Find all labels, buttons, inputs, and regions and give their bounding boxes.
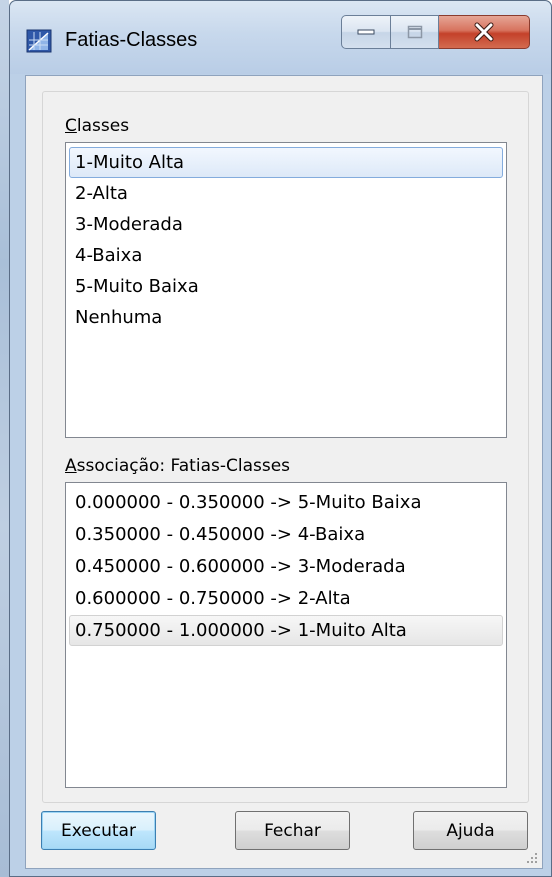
classes-label: Classes: [65, 116, 129, 136]
title-bar[interactable]: Fatias-Classes: [10, 1, 551, 74]
window-controls: [341, 15, 530, 51]
execute-button[interactable]: Executar: [41, 811, 156, 850]
classes-listbox[interactable]: 1-Muito Alta 2-Alta 3-Moderada 4-Baixa 5…: [65, 142, 507, 438]
association-list-item[interactable]: 0.350000 - 0.450000 -> 4-Baixa: [69, 519, 503, 550]
help-button[interactable]: Ajuda: [413, 811, 528, 850]
classes-list-item[interactable]: Nenhuma: [69, 302, 503, 333]
dialog-client-area: Classes 1-Muito Alta 2-Alta 3-Moderada 4…: [25, 75, 543, 869]
maximize-button[interactable]: [391, 15, 439, 49]
classes-list-item[interactable]: 1-Muito Alta: [69, 147, 503, 178]
association-list-item[interactable]: 0.450000 - 0.600000 -> 3-Moderada: [69, 551, 503, 582]
minimize-button[interactable]: [341, 15, 391, 49]
resize-grip-icon[interactable]: [524, 850, 538, 864]
association-list-item[interactable]: 0.600000 - 0.750000 -> 2-Alta: [69, 583, 503, 614]
group-box: Classes 1-Muito Alta 2-Alta 3-Moderada 4…: [42, 91, 529, 803]
minimize-icon: [357, 29, 375, 35]
association-label: Associação: Fatias-Classes: [65, 456, 290, 476]
close-dialog-button[interactable]: Fechar: [235, 811, 350, 850]
background-window-edge: [0, 0, 9, 877]
classes-list-item[interactable]: 5-Muito Baixa: [69, 271, 503, 302]
app-icon: [26, 29, 52, 53]
association-list-item[interactable]: 0.000000 - 0.350000 -> 5-Muito Baixa: [69, 487, 503, 518]
close-button[interactable]: [439, 15, 530, 49]
association-label-accelerator: A: [65, 456, 77, 476]
classes-list-item[interactable]: 2-Alta: [69, 178, 503, 209]
classes-label-text: lasses: [76, 116, 130, 136]
window-title: Fatias-Classes: [65, 29, 198, 51]
classes-list-item[interactable]: 4-Baixa: [69, 240, 503, 271]
classes-list-item[interactable]: 3-Moderada: [69, 209, 503, 240]
association-listbox[interactable]: 0.000000 - 0.350000 -> 5-Muito Baixa 0.3…: [65, 482, 507, 788]
association-label-text: ssociação: Fatias-Classes: [76, 456, 291, 476]
dialog-window: Fatias-Classes Classes 1-Muito Alta 2-Al…: [9, 0, 552, 877]
close-icon: [474, 22, 494, 42]
maximize-icon: [407, 25, 422, 39]
classes-label-accelerator: C: [65, 116, 77, 136]
association-list-item[interactable]: 0.750000 - 1.000000 -> 1-Muito Alta: [69, 615, 503, 646]
